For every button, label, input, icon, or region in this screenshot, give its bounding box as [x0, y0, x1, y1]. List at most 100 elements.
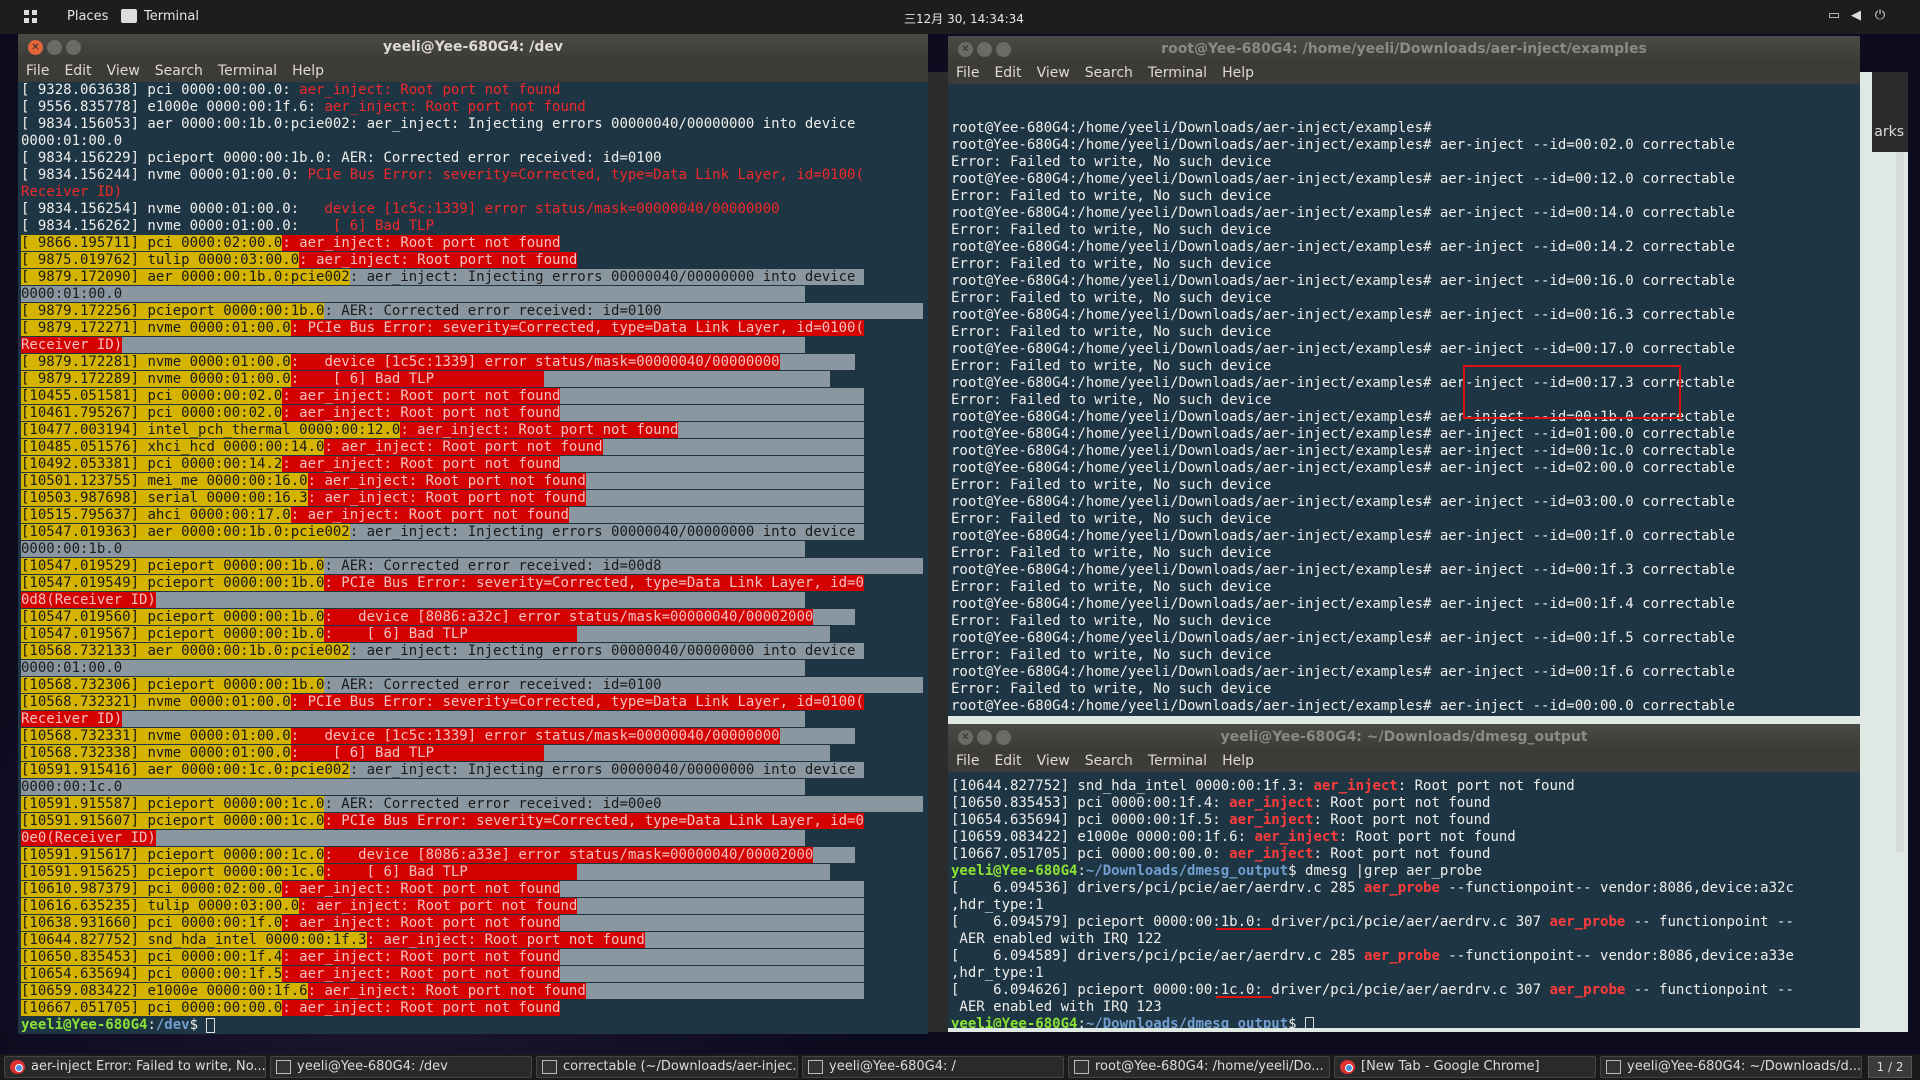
menu-edit[interactable]: Edit	[64, 63, 91, 79]
clock[interactable]: 三12月 30, 14:34:34	[904, 10, 1024, 27]
menu-search[interactable]: Search	[1085, 753, 1133, 769]
line-text: root@Yee-680G4:/home/yeeli/Downloads/aer…	[951, 698, 1735, 714]
maximize-icon[interactable]	[996, 42, 1011, 57]
terminal-line: [10650.835453] pci 0000:00:1f.4: aer_inj…	[21, 949, 928, 966]
line-text: : PCIe Bus Error: severity=Corrected, ty…	[290, 694, 864, 710]
close-icon[interactable]: ✕	[958, 730, 973, 745]
background-scrollbar[interactable]	[1896, 152, 1904, 852]
menu-view[interactable]: View	[107, 63, 140, 79]
minimize-icon[interactable]	[47, 40, 62, 55]
menu-file[interactable]: File	[956, 753, 979, 769]
line-text: Receiver ID)	[21, 711, 123, 727]
terminal-line: ,hdr_type:1	[951, 897, 1860, 914]
line-text: pcieport 0000:00:1c.0	[139, 847, 325, 863]
menu-help[interactable]: Help	[1222, 753, 1254, 769]
power-icon[interactable]: ⏻	[1872, 8, 1888, 24]
terminal-line: root@Yee-680G4:/home/yeeli/Downloads/aer…	[951, 630, 1860, 647]
menu-terminal[interactable]: Terminal	[218, 63, 277, 79]
close-icon[interactable]: ✕	[28, 40, 43, 55]
terminal-line: [10667.051705] pci 0000:00:00.0: aer_inj…	[951, 846, 1860, 863]
menu-file[interactable]: File	[956, 65, 979, 81]
terminal-line: root@Yee-680G4:/home/yeeli/Downloads/aer…	[951, 528, 1860, 545]
close-icon[interactable]: ✕	[958, 42, 973, 57]
line-text: pcieport 0000:00:1b.0	[139, 575, 325, 591]
app-grid-icon[interactable]	[24, 10, 38, 24]
places-menu[interactable]: Places	[67, 9, 108, 24]
taskbar-item-editor[interactable]: correctable (~/Downloads/aer-injec...	[536, 1056, 798, 1078]
terminal-line: root@Yee-680G4:/home/yeeli/Downloads/aer…	[951, 460, 1860, 477]
terminal-output[interactable]: root@Yee-680G4:/home/yeeli/Downloads/aer…	[948, 84, 1860, 716]
line-text: [10638.931660]	[21, 915, 140, 931]
taskbar-item-term-root[interactable]: yeeli@Yee-680G4: /	[802, 1056, 1064, 1078]
line-text: [ 9879.172289]	[21, 371, 140, 387]
terminal-output[interactable]: [10644.827752] snd_hda_intel 0000:00:1f.…	[948, 772, 1860, 1028]
title-bar[interactable]: ✕ yeeli@Yee-680G4: ~/Downloads/dmesg_out…	[948, 724, 1860, 750]
terminal-line: [10650.835453] pci 0000:00:1f.4: aer_inj…	[951, 795, 1860, 812]
line-text: Error: Failed to write, No such device	[951, 477, 1272, 493]
volume-icon[interactable]: ◀	[1848, 8, 1864, 24]
terminal-line: Error: Failed to write, No such device	[951, 154, 1860, 171]
terminal-output[interactable]: [ 9328.063638] pci 0000:00:00.0: aer_inj…	[18, 82, 928, 1034]
menu-search[interactable]: Search	[1085, 65, 1133, 81]
line-text: root@Yee-680G4:/home/yeeli/Downloads/aer…	[951, 630, 1735, 646]
menu-file[interactable]: File	[26, 63, 49, 79]
line-text: Error: Failed to write, No such device	[951, 290, 1272, 306]
active-app-menu[interactable]: Terminal	[144, 9, 199, 24]
line-text: [10591.915587]	[21, 796, 140, 812]
menu-search[interactable]: Search	[155, 63, 203, 79]
taskbar-item-term-dev[interactable]: yeeli@Yee-680G4: /dev	[270, 1056, 532, 1078]
menu-edit[interactable]: Edit	[994, 65, 1021, 81]
line-text: root@Yee-680G4:/home/yeeli/Downloads/aer…	[951, 443, 1735, 459]
line-text: device [1c5c:1339] error status/mask=000…	[307, 201, 780, 217]
line-text: : aer_inject: Root port not found	[282, 915, 561, 931]
terminal-line: [10477.003194] intel_pch_thermal 0000:00…	[21, 422, 928, 439]
menu-help[interactable]: Help	[1222, 65, 1254, 81]
line-text: intel_pch_thermal 0000:00:12.0	[139, 422, 401, 438]
line-text	[155, 830, 805, 846]
terminal-line: Error: Failed to write, No such device	[951, 511, 1860, 528]
terminal-window-dmesg-output: ✕ yeeli@Yee-680G4: ~/Downloads/dmesg_out…	[948, 724, 1860, 1028]
menu-edit[interactable]: Edit	[994, 753, 1021, 769]
maximize-icon[interactable]	[996, 730, 1011, 745]
menu-terminal[interactable]: Terminal	[1148, 753, 1207, 769]
screen-icon[interactable]: ▭	[1826, 8, 1842, 24]
line-text: : [ 6] Bad TLP	[324, 864, 578, 880]
line-text: [10477.003194]	[21, 422, 140, 438]
minimize-icon[interactable]	[977, 730, 992, 745]
menu-help[interactable]: Help	[292, 63, 324, 79]
line-text	[585, 490, 864, 506]
terminal-line: 0000:01:00.0	[21, 286, 928, 303]
terminal-line: 0000:00:1b.0	[21, 541, 928, 558]
taskbar-item-chrome-newtab[interactable]: [New Tab - Google Chrome]	[1334, 1056, 1596, 1078]
terminal-line: Error: Failed to write, No such device	[951, 477, 1860, 494]
line-text: : aer_inject: Injecting errors 00000040/…	[349, 643, 864, 659]
line-text: aer_inject	[1313, 778, 1398, 794]
menu-terminal[interactable]: Terminal	[1148, 65, 1207, 81]
terminal-line: Receiver ID)	[21, 711, 928, 728]
maximize-icon[interactable]	[66, 40, 81, 55]
menu-view[interactable]: View	[1037, 753, 1070, 769]
line-text: pci 0000:00:1f.5	[139, 966, 283, 982]
line-text: [10568.732338]	[21, 745, 140, 761]
title-bar[interactable]: ✕ yeeli@Yee-680G4: /dev	[18, 34, 928, 60]
taskbar-item-term-aer[interactable]: root@Yee-680G4: /home/yeeli/Do...	[1068, 1056, 1330, 1078]
line-text: : Root port not found	[1338, 829, 1516, 845]
line-text: : aer_inject: Root port not found	[282, 881, 561, 897]
terminal-line: root@Yee-680G4:/home/yeeli/Downloads/aer…	[951, 137, 1860, 154]
line-text: pcieport 0000:00:1b.0	[139, 609, 325, 625]
line-text: pci 0000:00:02.0	[139, 405, 283, 421]
taskbar-item-chrome-aer[interactable]: aer-inject Error: Failed to write, No...	[4, 1056, 266, 1078]
menu-view[interactable]: View	[1037, 65, 1070, 81]
workspace-pager[interactable]: 1 / 2	[1868, 1056, 1912, 1078]
taskbar-item-term-dmesg[interactable]: yeeli@Yee-680G4: ~/Downloads/d...	[1600, 1056, 1862, 1078]
line-text: [10659.083422] e1000e 0000:00:1f.6:	[951, 829, 1255, 845]
title-bar[interactable]: ✕ root@Yee-680G4: /home/yeeli/Downloads/…	[948, 36, 1860, 62]
line-text: Error: Failed to write, No such device	[951, 579, 1272, 595]
minimize-icon[interactable]	[977, 42, 992, 57]
terminal-line: Error: Failed to write, No such device	[951, 222, 1860, 239]
terminal-line: [10503.987698] serial 0000:00:16.3: aer_…	[21, 490, 928, 507]
line-text: pcieport 0000:00:1c.0	[139, 813, 325, 829]
terminal-line: 0000:00:1c.0	[21, 779, 928, 796]
line-text	[644, 932, 864, 948]
line-text: Error: Failed to write, No such device	[951, 681, 1272, 697]
